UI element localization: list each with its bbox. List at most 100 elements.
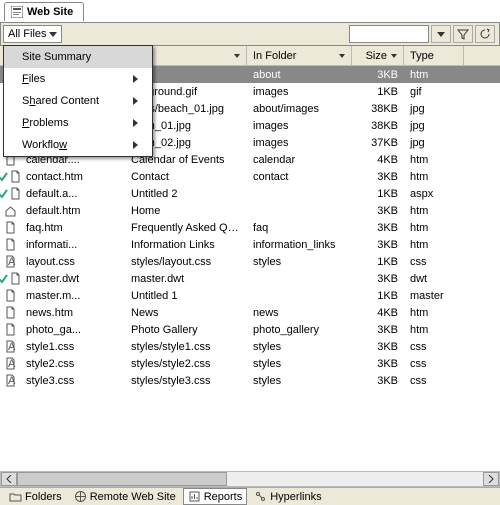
column-header-type[interactable]: Type: [404, 46, 464, 65]
menu-item-shared-content[interactable]: Shared Content: [4, 90, 152, 112]
file-row[interactable]: informati...Information Linksinformation…: [0, 236, 500, 253]
menu-item-files[interactable]: Files: [4, 68, 152, 90]
row-icon-cell: [0, 170, 20, 183]
cell-type: htm: [404, 222, 464, 234]
cell-size: 3KB: [352, 375, 404, 387]
filter-button[interactable]: [453, 25, 473, 43]
file-row[interactable]: master.m...Untitled 11KBmaster: [0, 287, 500, 304]
cell-name: default.htm: [20, 205, 125, 217]
row-icon-cell: [0, 323, 20, 336]
file-row[interactable]: default.htmHome3KBhtm: [0, 202, 500, 219]
menu-item-site-summary[interactable]: Site Summary: [4, 46, 152, 68]
cell-size: 38KB: [352, 120, 404, 132]
row-icon-cell: A: [0, 357, 20, 370]
folder-icon: [9, 490, 22, 503]
file-icon: A: [4, 255, 17, 268]
status-tab-hyperlinks[interactable]: Hyperlinks: [249, 488, 326, 505]
cell-folder: about/images: [247, 103, 352, 115]
cell-size: 3KB: [352, 69, 404, 81]
cell-folder: images: [247, 86, 352, 98]
cell-type: htm: [404, 239, 464, 251]
row-icon-cell: [0, 272, 20, 285]
file-icon: [9, 170, 20, 183]
search-input[interactable]: [349, 25, 429, 43]
cell-folder: calendar: [247, 154, 352, 166]
column-header-in-folder[interactable]: In Folder: [247, 46, 352, 65]
file-row[interactable]: Astyle1.cssstyles/style1.cssstyles3KBcss: [0, 338, 500, 355]
refresh-icon: [479, 28, 491, 40]
cell-size: 4KB: [352, 154, 404, 166]
cell-folder: information_links: [247, 239, 352, 251]
status-tab-remote[interactable]: Remote Web Site: [69, 488, 181, 505]
file-icon: [9, 272, 20, 285]
svg-text:A: A: [8, 375, 16, 387]
row-icon-cell: [0, 238, 20, 251]
file-icon: A: [4, 357, 17, 370]
cell-title: master.dwt: [125, 273, 247, 285]
scroll-left-button[interactable]: [1, 472, 17, 486]
file-row[interactable]: default.a...Untitled 21KBaspx: [0, 185, 500, 202]
scroll-track[interactable]: [17, 472, 483, 486]
file-row[interactable]: news.htmNewsnews4KBhtm: [0, 304, 500, 321]
window-tab[interactable]: Web Site: [4, 2, 84, 21]
file-icon: A: [4, 340, 17, 353]
cell-size: 3KB: [352, 205, 404, 217]
cell-type: css: [404, 375, 464, 387]
cell-title: styles/style2.css: [125, 358, 247, 370]
check-icon: [0, 189, 8, 199]
check-icon: [0, 274, 8, 284]
cell-size: 3KB: [352, 273, 404, 285]
cell-title: Frequently Asked Questions: [125, 222, 247, 234]
cell-title: styles/layout.css: [125, 256, 247, 268]
cell-folder: faq: [247, 222, 352, 234]
cell-folder: contact: [247, 171, 352, 183]
cell-type: htm: [404, 154, 464, 166]
scroll-thumb[interactable]: [17, 472, 227, 486]
cell-size: 3KB: [352, 222, 404, 234]
menu-item-problems[interactable]: Problems: [4, 112, 152, 134]
cell-folder: about: [247, 69, 352, 81]
row-icon-cell: [0, 187, 20, 200]
cell-size: 4KB: [352, 307, 404, 319]
cell-type: jpg: [404, 120, 464, 132]
cell-size: 3KB: [352, 324, 404, 336]
cell-title: Photo Gallery: [125, 324, 247, 336]
cell-type: css: [404, 358, 464, 370]
scroll-right-button[interactable]: [483, 472, 499, 486]
cell-type: htm: [404, 171, 464, 183]
file-row[interactable]: Astyle2.cssstyles/style2.cssstyles3KBcss: [0, 355, 500, 372]
horizontal-scrollbar[interactable]: [0, 471, 500, 487]
cell-type: htm: [404, 69, 464, 81]
cell-folder: photo_gallery: [247, 324, 352, 336]
cell-folder: images: [247, 120, 352, 132]
file-icon: [4, 204, 17, 217]
file-icon: [4, 238, 17, 251]
search-dropdown-button[interactable]: [431, 25, 451, 43]
file-row[interactable]: photo_ga...Photo Galleryphoto_gallery3KB…: [0, 321, 500, 338]
cell-name: style3.css: [20, 375, 125, 387]
status-bar: Folders Remote Web Site Reports Hyperlin…: [0, 487, 500, 505]
chevron-down-icon: [49, 32, 57, 37]
cell-size: 37KB: [352, 137, 404, 149]
sort-icon: [339, 54, 345, 58]
cell-folder: styles: [247, 256, 352, 268]
refresh-button[interactable]: [475, 25, 495, 43]
column-header-size[interactable]: Size: [352, 46, 404, 65]
status-tab-folders[interactable]: Folders: [4, 488, 67, 505]
menu-item-workflow[interactable]: Workflow: [4, 134, 152, 156]
cell-name: master.dwt: [20, 273, 125, 285]
cell-folder: styles: [247, 375, 352, 387]
svg-text:A: A: [8, 341, 16, 353]
cell-name: photo_ga...: [20, 324, 125, 336]
file-row[interactable]: faq.htmFrequently Asked Questionsfaq3KBh…: [0, 219, 500, 236]
status-tab-reports[interactable]: Reports: [183, 488, 248, 505]
file-row[interactable]: contact.htmContactcontact3KBhtm: [0, 168, 500, 185]
file-row[interactable]: Astyle3.cssstyles/style3.cssstyles3KBcss: [0, 372, 500, 389]
cell-title: styles/style3.css: [125, 375, 247, 387]
cell-name: faq.htm: [20, 222, 125, 234]
toolbar: All Files: [0, 22, 500, 46]
file-row[interactable]: Alayout.cssstyles/layout.cssstyles1KBcss: [0, 253, 500, 270]
view-dropdown[interactable]: All Files: [3, 25, 62, 43]
cell-size: 3KB: [352, 171, 404, 183]
file-row[interactable]: master.dwtmaster.dwt3KBdwt: [0, 270, 500, 287]
